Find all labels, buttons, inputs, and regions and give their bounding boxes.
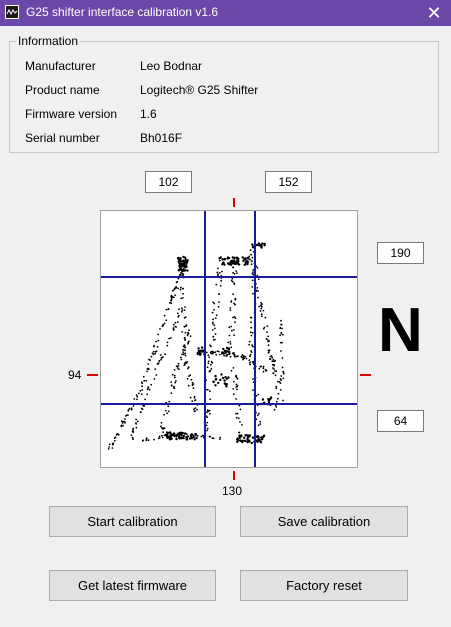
information-legend: Information xyxy=(18,34,79,48)
x-high-threshold-input[interactable] xyxy=(265,171,312,193)
x-low-threshold-input[interactable] xyxy=(145,171,192,193)
y-center-value: 94 xyxy=(68,368,82,382)
manufacturer-value: Leo Bodnar xyxy=(140,59,203,73)
x-center-bottom-tick xyxy=(233,471,235,480)
y-center-left-tick xyxy=(87,374,98,376)
close-button[interactable]: ✕ xyxy=(417,0,451,26)
y-high-threshold-input[interactable] xyxy=(377,242,424,264)
x-center-top-tick xyxy=(233,198,235,207)
firmware-version-label: Firmware version xyxy=(25,107,118,121)
firmware-version-value: 1.6 xyxy=(140,107,157,121)
product-name-value: Logitech® G25 Shifter xyxy=(140,83,259,97)
serial-number-value: Bh016F xyxy=(140,131,183,145)
y-center-right-tick xyxy=(360,374,371,376)
factory-reset-button[interactable]: Factory reset xyxy=(240,570,408,601)
get-latest-firmware-button[interactable]: Get latest firmware xyxy=(49,570,216,601)
window-title: G25 shifter interface calibration v1.6 xyxy=(26,5,219,19)
app-waveform-icon xyxy=(5,5,19,19)
serial-number-label: Serial number xyxy=(25,131,100,145)
shifter-trace-points xyxy=(107,242,285,450)
x-center-value: 130 xyxy=(222,484,243,498)
product-name-label: Product name xyxy=(25,83,100,97)
title-bar: G25 shifter interface calibration v1.6 ✕ xyxy=(0,0,451,26)
save-calibration-button[interactable]: Save calibration xyxy=(240,506,408,537)
y-low-threshold-input[interactable] xyxy=(377,410,424,432)
start-calibration-button[interactable]: Start calibration xyxy=(49,506,216,537)
close-icon: ✕ xyxy=(426,2,442,23)
manufacturer-label: Manufacturer xyxy=(25,59,96,73)
current-gear-indicator: N xyxy=(378,296,423,365)
shifter-position-plot xyxy=(100,210,358,468)
shifter-trace-canvas xyxy=(101,211,357,467)
